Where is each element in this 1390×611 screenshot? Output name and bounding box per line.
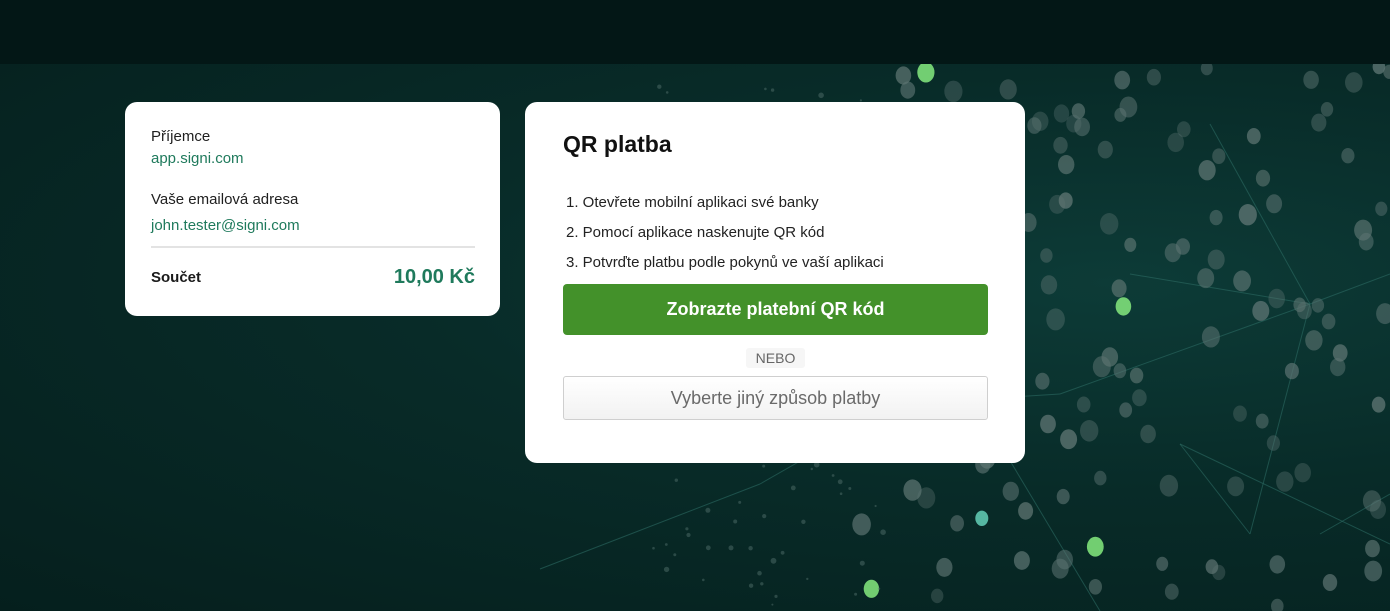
or-separator: NEBO: [563, 348, 988, 368]
total-label: Součet: [151, 269, 202, 286]
recipient-value: app.signi.com: [151, 150, 244, 167]
instruction-step-2: 2. Pomocí aplikace naskenujte QR kód: [566, 224, 825, 241]
show-qr-code-button[interactable]: Zobrazte platební QR kód: [563, 284, 988, 335]
email-value: john.tester@signi.com: [151, 217, 300, 234]
qr-payment-title: QR platba: [563, 131, 672, 157]
order-summary-card: Příjemce app.signi.com Vaše emailová adr…: [125, 102, 500, 316]
recipient-label: Příjemce: [151, 128, 211, 145]
qr-payment-card: QR platba 1. Otevřete mobilní aplikaci s…: [525, 102, 1025, 463]
instructions-list: 1. Otevřete mobilní aplikaci své banky 2…: [563, 194, 988, 272]
or-text: NEBO: [745, 348, 806, 368]
choose-other-payment-button[interactable]: Vyberte jiný způsob platby: [563, 376, 988, 420]
instruction-step-1: 1. Otevřete mobilní aplikaci své banky: [566, 194, 819, 211]
top-bar: [0, 0, 1390, 64]
email-label: Vaše emailová adresa: [151, 191, 299, 208]
total-amount: 10,00 Kč: [393, 266, 475, 288]
instruction-step-3: 3. Potvrďte platbu podle pokynů ve vaší …: [566, 254, 884, 271]
total-row: Součet 10,00 Kč: [151, 266, 475, 289]
divider: [151, 246, 475, 248]
